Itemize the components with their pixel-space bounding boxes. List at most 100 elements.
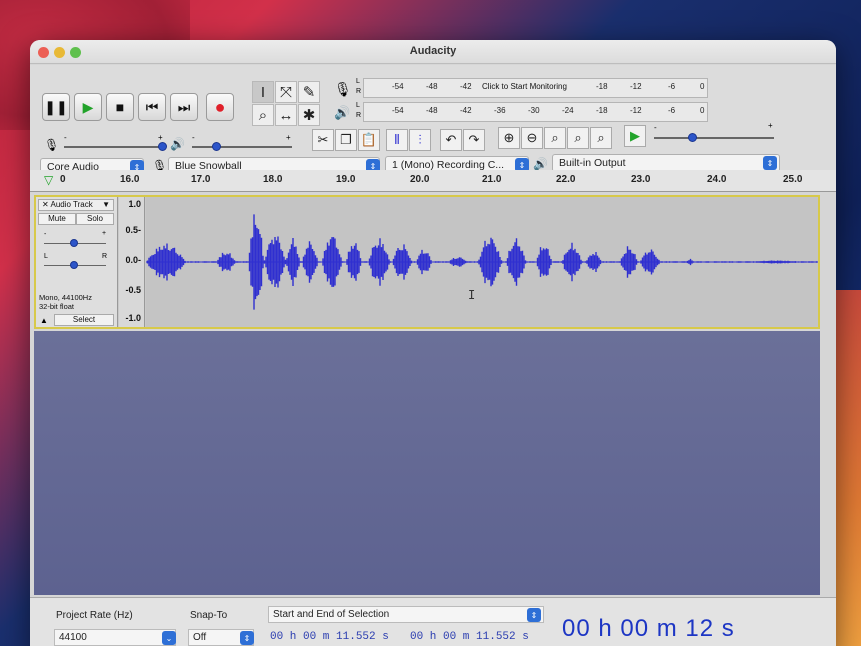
chevron-down-icon[interactable]: ⇕ [240,631,254,645]
pause-button[interactable]: ❚❚ [42,93,70,121]
skip-start-icon: ⏮ [145,98,159,115]
start-monitoring-label[interactable]: Click to Start Monitoring [482,82,567,91]
zoom-out-button[interactable]: ⊖ [521,127,543,149]
paste-button[interactable]: 📋 [358,129,380,151]
select-track-button[interactable]: Select [54,314,114,326]
playback-speed-slider[interactable] [654,137,774,139]
skip-to-start-button[interactable]: ⏮ [138,93,166,121]
meter-r-label: R [356,112,362,119]
slider-minus-label: - [654,123,657,132]
chevron-down-icon[interactable]: ⇕ [527,608,541,622]
track-format-info: Mono, 44100Hz 32-bit float [39,293,92,311]
redo-icon: ↷ [468,132,480,147]
gain-minus-label: - [44,231,47,238]
project-rate-value: 44100 [59,632,87,643]
undo-button[interactable]: ↶ [440,129,462,151]
meter-tick: -12 [630,106,642,115]
slider-plus-label: + [768,121,773,130]
record-button[interactable]: ● [206,93,234,121]
cut-button[interactable]: ✂ [312,129,334,151]
meter-tick: -54 [392,82,404,91]
waveform-area[interactable]: I [145,197,818,327]
play-icon: ▶ [82,98,94,115]
speaker-icon: 🔊 [533,157,548,171]
fit-project-button[interactable]: ⌕ [567,127,589,149]
chevron-down-icon: ▼ [102,200,110,209]
zoom-in-button[interactable]: ⊕ [498,127,520,149]
scale-label: 0.0- [125,255,141,265]
title-bar[interactable]: Audacity [30,40,836,64]
track-control-panel: ✕ Audio Track ▼ Mute Solo - + L R Mono, … [36,197,118,327]
meter-tick: -30 [528,106,540,115]
envelope-icon: ⤧ [279,83,292,101]
amplitude-scale[interactable]: 1.0 0.5- 0.0- -0.5 -1.0 [119,197,145,327]
meter-tick: -48 [426,106,438,115]
meter-tick: 0 [700,106,705,115]
pin-head-icon[interactable]: ▽ [44,173,53,187]
recording-meter[interactable]: -54 -48 -42 Click to Start Monitoring -1… [363,78,708,98]
ruler-label: 24.0 [707,174,727,185]
fit-selection-button[interactable]: ⌕ [544,127,566,149]
playback-volume-knob[interactable] [212,142,221,151]
playback-volume-slider[interactable] [192,146,292,148]
selection-toolbar: Project Rate (Hz) 44100 ⌄ Snap-To Off ⇕ … [30,597,836,646]
meter-tick: -42 [460,82,472,91]
play-button[interactable]: ▶ [74,93,102,121]
selection-start-time[interactable]: 00 h 00 m 11.552 s [270,631,389,643]
zoom-toggle-button[interactable]: ⌕ [590,127,612,149]
recording-volume-slider[interactable] [64,146,164,148]
trim-button[interactable]: ⫴ [386,129,408,151]
gain-plus-label: + [102,230,107,237]
multi-tool[interactable]: ✱ [298,104,320,126]
meter-tick: -6 [668,82,676,91]
audio-track[interactable]: ✕ Audio Track ▼ Mute Solo - + L R Mono, … [34,195,820,329]
envelope-tool[interactable]: ⤧ [275,81,297,103]
project-rate-select[interactable]: 44100 [54,629,176,646]
chevron-down-icon[interactable]: ⇕ [763,156,777,170]
project-rate-label: Project Rate (Hz) [56,610,133,621]
ruler-label: 21.0 [482,174,502,185]
collapse-icon[interactable]: ▲ [40,316,48,325]
selection-mode-select[interactable]: Start and End of Selection [268,606,544,623]
timeline-ruler[interactable]: ▽ 0 16.0 17.0 18.0 19.0 20.0 21.0 22.0 2… [30,170,836,192]
empty-track-area[interactable] [34,331,820,595]
solo-button[interactable]: Solo [76,213,114,225]
ruler-label: 20.0 [410,174,430,185]
track-format-rate: Mono, 44100Hz [39,293,92,302]
meter-tick: -24 [562,106,574,115]
zoom-tool[interactable]: ⌕ [252,104,274,126]
redo-button[interactable]: ↷ [463,129,485,151]
playback-speed-knob[interactable] [688,133,697,142]
silence-button[interactable]: ⫶ [409,129,431,151]
meter-l-label: L [356,78,360,85]
play-at-speed-button[interactable]: ▶ [624,125,646,147]
asterisk-icon: ✱ [302,107,316,124]
meter-l-label: L [356,102,360,109]
gain-knob[interactable] [70,239,78,247]
pan-knob[interactable] [70,261,78,269]
mute-button[interactable]: Mute [38,213,76,225]
track-name-menu[interactable]: ✕ Audio Track ▼ [38,199,114,211]
playback-meter[interactable]: -54 -48 -42 -36 -30 -24 -18 -12 -6 0 [363,102,708,122]
meter-r-label: R [356,88,362,95]
meter-tick: -48 [426,82,438,91]
track-format-depth: 32-bit float [39,302,75,311]
slider-minus-label: - [192,133,195,142]
recording-volume-knob[interactable] [158,142,167,151]
ruler-label: 22.0 [556,174,576,185]
skip-to-end-button[interactable]: ⏭ [170,93,198,121]
audio-position-display[interactable]: 00 h 00 m 12 s [562,615,735,643]
chevron-down-icon[interactable]: ⌄ [162,631,176,645]
selection-end-time[interactable]: 00 h 00 m 11.552 s [410,631,529,643]
copy-button[interactable]: ❐ [335,129,357,151]
draw-tool[interactable]: ✎ [298,81,320,103]
pan-left-label: L [44,253,48,260]
stop-button[interactable]: ■ [106,93,134,121]
snap-to-label: Snap-To [190,610,228,621]
zoom-in-icon: ⊕ [503,130,515,145]
microphone-icon: 🎙 [44,138,60,152]
time-shift-tool[interactable]: ↔ [275,104,297,126]
skip-end-icon: ⏭ [177,98,191,115]
selection-tool[interactable]: I [252,81,274,103]
pan-right-label: R [102,253,108,260]
